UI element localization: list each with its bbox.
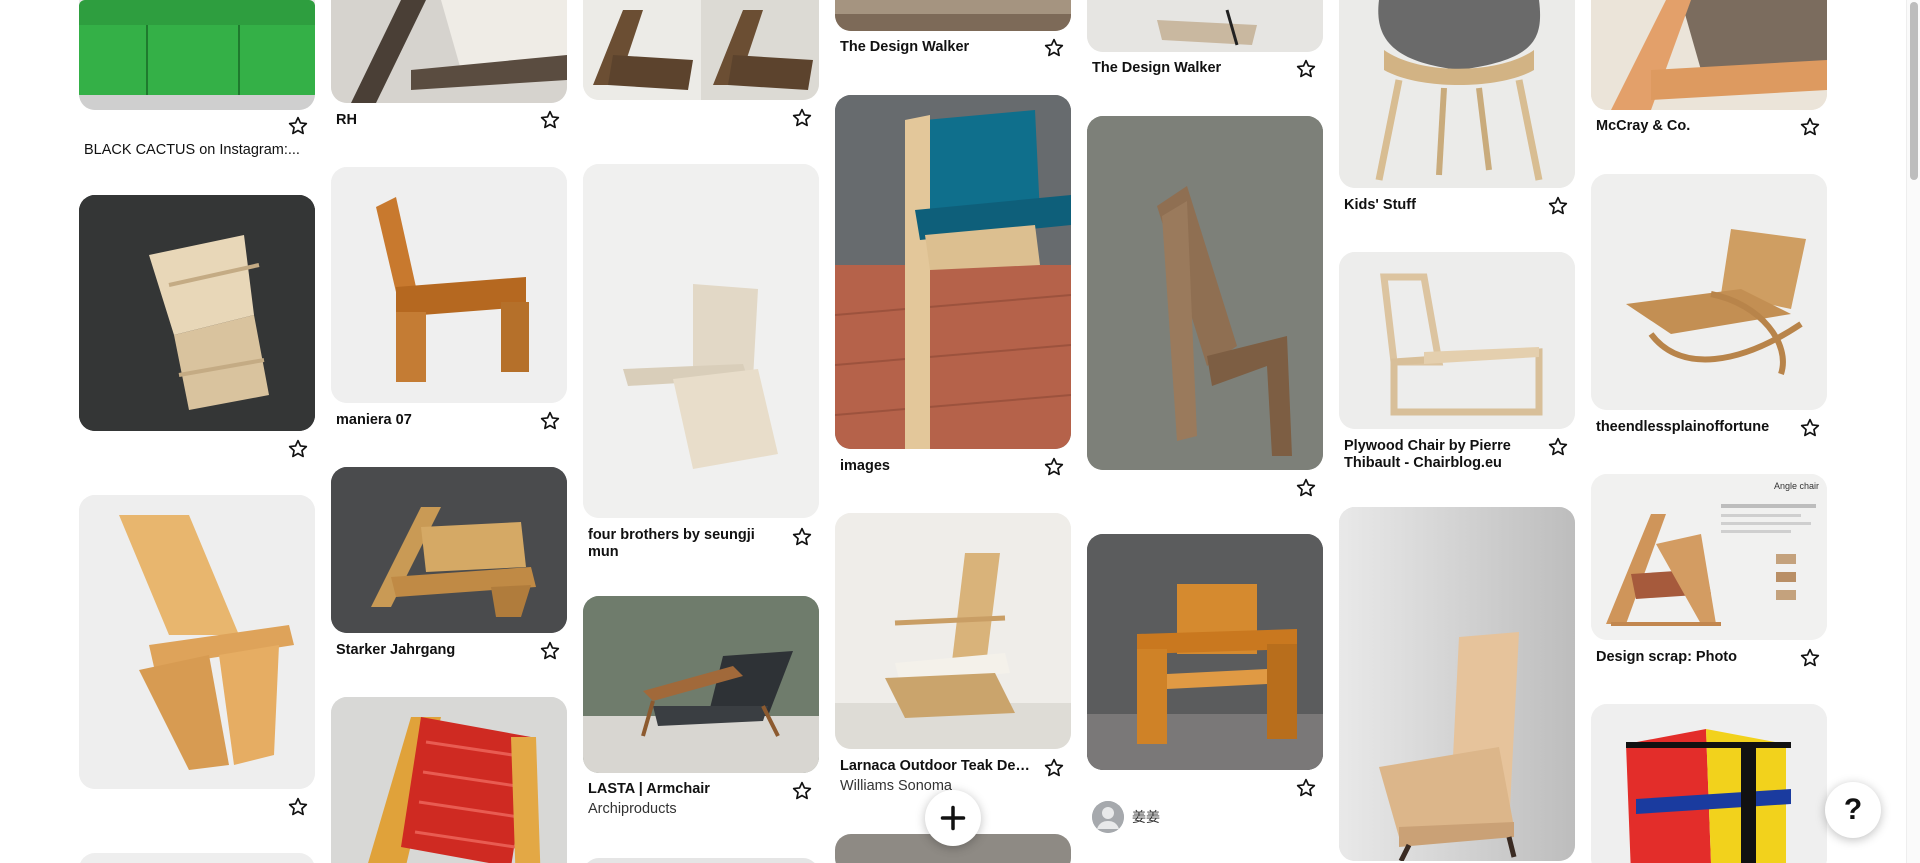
pin-image[interactable]: Angle chair [1591,474,1827,640]
pin-image[interactable] [1339,0,1575,188]
pin-owner[interactable]: 姜姜 [1092,801,1160,833]
pin-title[interactable]: Kids' Stuff [1344,197,1539,214]
pin-image[interactable] [583,164,819,518]
pin-title[interactable]: theendlessplainoffortune [1596,419,1791,436]
pin-image[interactable] [331,697,567,863]
pin-title[interactable]: McCray & Co. [1596,118,1791,135]
pin-image[interactable] [79,853,315,863]
pin-image[interactable] [79,0,315,110]
owner-name[interactable]: 姜姜 [1132,807,1160,827]
pin-image[interactable] [1591,704,1827,863]
pin-title[interactable]: Starker Jahrgang [336,642,531,659]
pin-image[interactable] [1087,116,1323,470]
save-star-icon[interactable] [1799,647,1821,669]
pin-image[interactable] [583,858,819,863]
pin-image[interactable] [331,167,567,403]
scrollbar-thumb[interactable] [1910,2,1918,180]
user-avatar-icon[interactable] [1092,801,1124,833]
pin-title[interactable]: The Design Walker [1092,60,1287,77]
pin-board: BLACK CACTUS on Instagram:... RH maniera… [79,0,1829,863]
save-star-icon[interactable] [1043,37,1065,59]
pin-title[interactable]: Design scrap: Photo [1596,649,1791,666]
page-scrollbar[interactable] [1906,0,1920,863]
save-star-icon[interactable] [1799,116,1821,138]
help-button[interactable]: ? [1825,782,1881,838]
pin-image[interactable] [583,596,819,773]
save-star-icon[interactable] [539,109,561,131]
save-star-icon[interactable] [287,438,309,460]
pin-image[interactable] [583,0,819,100]
pin-image[interactable] [1339,507,1575,861]
pin-title[interactable]: LASTA | Armchair [588,781,783,798]
save-star-icon[interactable] [287,796,309,818]
pin-image[interactable] [835,95,1071,449]
plus-icon [940,805,966,831]
pin-title[interactable]: Plywood Chair by Pierre Thibault - Chair… [1344,438,1534,472]
save-star-icon[interactable] [1547,195,1569,217]
save-star-icon[interactable] [539,410,561,432]
pin-image[interactable] [1591,0,1827,110]
pin-image[interactable] [79,495,315,789]
pin-title[interactable]: images [840,458,1035,475]
pin-image[interactable] [1087,0,1323,52]
question-mark-icon: ? [1843,793,1863,826]
pin-image[interactable] [835,513,1071,749]
image-caption: Angle chair [1773,481,1819,491]
pin-image[interactable] [835,0,1071,31]
save-star-icon[interactable] [1043,456,1065,478]
save-star-icon[interactable] [287,115,309,137]
pin-source[interactable]: Williams Sonoma [840,778,1035,795]
add-pin-button[interactable] [925,790,981,846]
pin-title[interactable]: four brothers by seungji mun [588,527,768,561]
pin-image[interactable] [331,0,567,103]
pin-image[interactable] [1339,252,1575,429]
pin-image[interactable] [1591,174,1827,410]
save-star-icon[interactable] [791,526,813,548]
pin-image[interactable] [1087,534,1323,770]
pin-image[interactable] [331,467,567,633]
save-star-icon[interactable] [1295,58,1317,80]
save-star-icon[interactable] [791,780,813,802]
save-star-icon[interactable] [1295,477,1317,499]
save-star-icon[interactable] [1295,777,1317,799]
save-star-icon[interactable] [1799,417,1821,439]
pin-title[interactable]: maniera 07 [336,412,531,429]
save-star-icon[interactable] [791,107,813,129]
save-star-icon[interactable] [539,640,561,662]
pin-image[interactable] [79,195,315,431]
save-star-icon[interactable] [1043,757,1065,779]
pin-title[interactable]: RH [336,112,531,129]
pin-source[interactable]: Archiproducts [588,801,783,818]
pin-title[interactable]: The Design Walker [840,39,1035,56]
save-star-icon[interactable] [1547,436,1569,458]
pin-title[interactable]: Larnaca Outdoor Teak Dec... [840,758,1035,775]
pin-title[interactable]: BLACK CACTUS on Instagram:... [84,142,304,159]
